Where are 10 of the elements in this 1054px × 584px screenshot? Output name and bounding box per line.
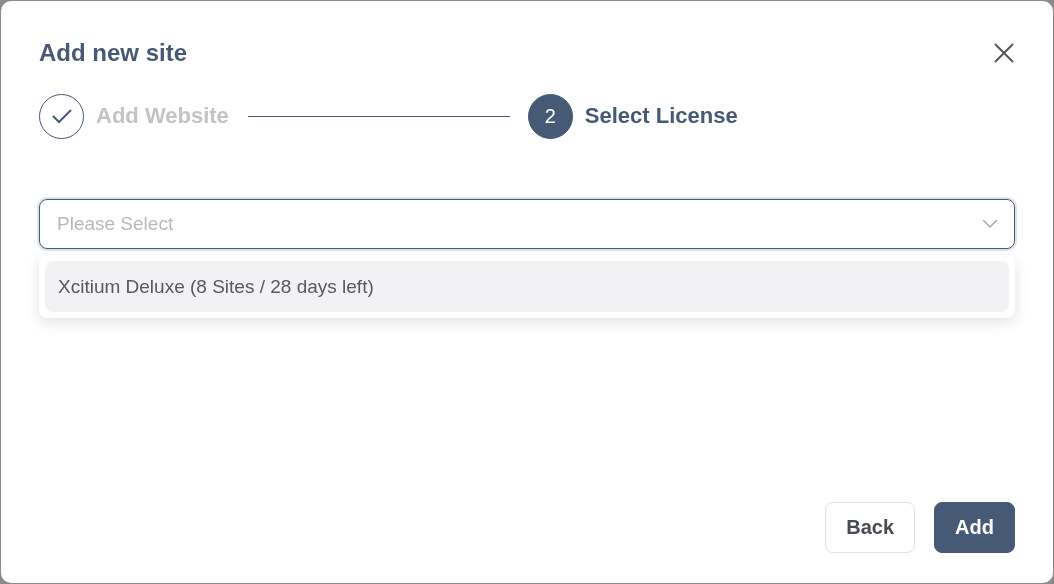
step-label: Select License	[584, 103, 738, 129]
select-placeholder: Please Select	[57, 213, 174, 235]
dropdown-option[interactable]: Xcitium Deluxe (8 Sites / 28 days left)	[45, 261, 1009, 312]
back-button[interactable]: Back	[825, 502, 916, 553]
add-button[interactable]: Add	[934, 502, 1015, 553]
check-icon	[50, 108, 73, 124]
step-number-circle: 2	[527, 93, 573, 139]
step-label: Add Website	[96, 103, 229, 129]
dialog-title: Add new site	[39, 39, 188, 67]
chevron-down-icon	[982, 219, 998, 229]
